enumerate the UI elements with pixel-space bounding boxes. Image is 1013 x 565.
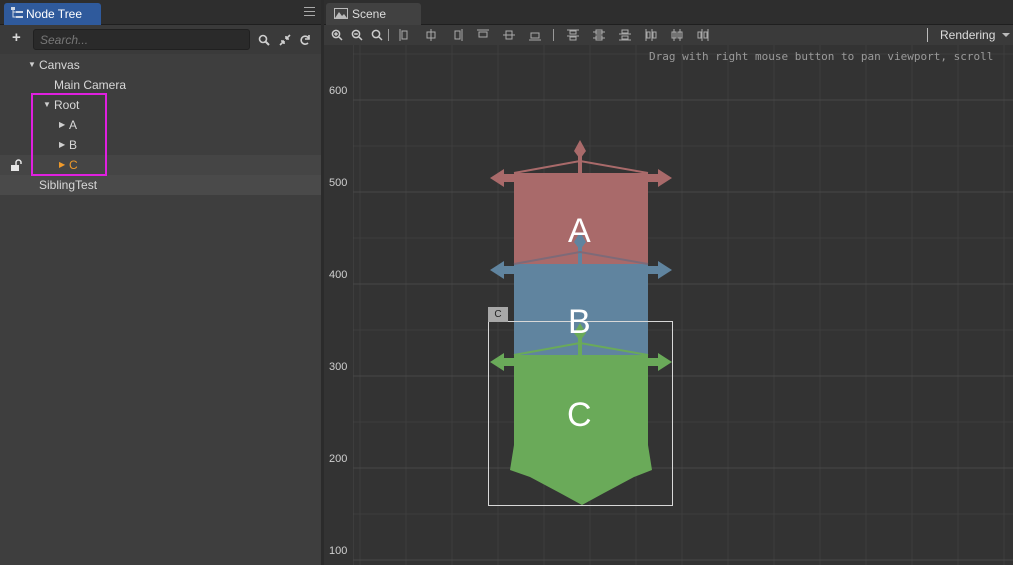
unlock-icon[interactable] <box>11 159 23 171</box>
tree-node-main-camera[interactable]: Main Camera <box>0 75 321 95</box>
distribute-top-icon[interactable] <box>567 29 579 41</box>
node-tree-panel: Node Tree + ▼ Canvas Main Camera ▼ Root <box>0 0 321 565</box>
node-a-letter: A <box>568 212 591 250</box>
zoom-out-icon[interactable] <box>351 29 363 41</box>
align-right-icon[interactable] <box>451 29 463 41</box>
tree-node-root[interactable]: ▼ Root <box>0 95 321 115</box>
tree-node-label: Root <box>54 98 80 112</box>
expand-down-icon[interactable]: ▼ <box>28 55 36 75</box>
tree-node-label: A <box>69 118 78 132</box>
expand-down-icon[interactable]: ▼ <box>43 95 51 115</box>
node-tree-toolbar: + <box>0 25 321 54</box>
node-search-input[interactable] <box>33 29 250 50</box>
tree-icon <box>11 7 23 18</box>
tree-node-label: Canvas <box>39 58 80 72</box>
expand-right-icon[interactable]: ▶ <box>59 115 67 135</box>
expand-right-icon[interactable]: ▶ <box>59 135 67 155</box>
align-hcenter-icon[interactable] <box>425 29 437 41</box>
scene-icon <box>334 8 348 19</box>
align-vcenter-icon[interactable] <box>503 29 515 41</box>
tree-node-label: SiblingTest <box>39 178 98 192</box>
toolbar-separator <box>388 29 389 41</box>
distribute-right-icon[interactable] <box>697 29 709 41</box>
tree-node-label: B <box>69 138 78 152</box>
toolbar-separator <box>927 28 928 42</box>
align-top-icon[interactable] <box>477 29 489 41</box>
refresh-icon[interactable] <box>299 34 311 46</box>
zoom-in-icon[interactable] <box>331 29 343 41</box>
distribute-hcenter-icon[interactable] <box>671 29 683 41</box>
scene-viewport[interactable]: 600 500 400 300 200 100 Drag with right … <box>324 45 1013 565</box>
tree-node-label: Main Camera <box>54 78 127 92</box>
tree-node-label: C <box>69 158 78 172</box>
tree-node-b[interactable]: ▶ B <box>0 135 321 155</box>
expand-right-icon[interactable]: ▶ <box>59 155 67 175</box>
tree-node-canvas[interactable]: ▼ Canvas <box>0 55 321 75</box>
node-tree-list: ▼ Canvas Main Camera ▼ Root ▶ A ▶ B ▶ C … <box>0 55 321 195</box>
tree-node-a[interactable]: ▶ A <box>0 115 321 135</box>
collapse-all-icon[interactable] <box>279 34 291 46</box>
scene-toolbar: Rendering <box>324 25 1013 45</box>
add-node-button[interactable]: + <box>12 30 21 45</box>
scene-panel: Scene Rendering 600 500 400 300 200 100 … <box>324 0 1013 565</box>
node-b-letter: B <box>568 303 591 341</box>
distribute-vcenter-icon[interactable] <box>593 29 605 41</box>
tree-node-sibling-test[interactable]: SiblingTest <box>0 175 321 195</box>
tab-node-tree-label: Node Tree <box>26 7 83 21</box>
tab-scene-label: Scene <box>352 7 387 21</box>
search-icon[interactable] <box>258 34 270 46</box>
selection-tag: C <box>488 307 508 322</box>
zoom-reset-icon[interactable] <box>371 29 383 41</box>
node-tree-tabbar: Node Tree <box>0 0 321 25</box>
distribute-left-icon[interactable] <box>645 29 657 41</box>
chevron-down-icon[interactable] <box>1002 33 1010 37</box>
toolbar-separator <box>553 29 554 41</box>
align-left-icon[interactable] <box>399 29 411 41</box>
distribute-bottom-icon[interactable] <box>619 29 631 41</box>
panel-menu-icon[interactable] <box>304 7 315 17</box>
align-bottom-icon[interactable] <box>529 29 541 41</box>
tab-node-tree[interactable]: Node Tree <box>4 3 101 25</box>
tab-scene[interactable]: Scene <box>326 3 421 25</box>
rendering-dropdown[interactable]: Rendering <box>940 28 995 42</box>
scene-nodes <box>488 140 673 506</box>
node-c-letter: C <box>567 396 592 434</box>
scene-tabbar: Scene <box>324 0 1013 25</box>
tree-node-c[interactable]: ▶ C <box>0 155 321 175</box>
